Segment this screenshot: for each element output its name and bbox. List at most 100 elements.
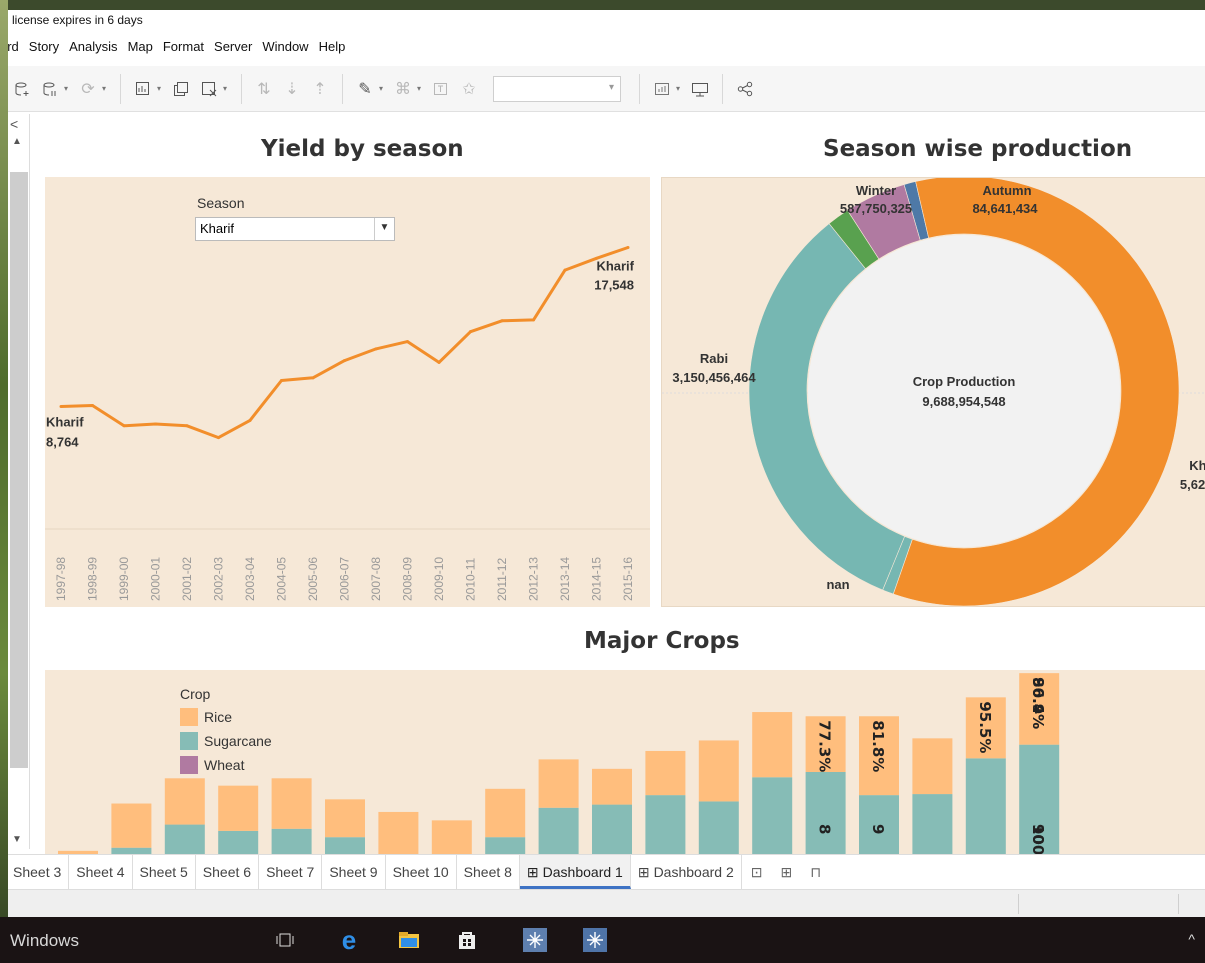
- legend-item-rice[interactable]: Rice: [180, 708, 272, 726]
- tableau-app-icon[interactable]: [582, 927, 608, 953]
- status-divider: [1178, 894, 1179, 914]
- production-donut-chart[interactable]: Crop Production 9,688,954,548 Rabi 3,150,45…: [661, 177, 1205, 607]
- chevron-down-icon[interactable]: ▾: [64, 84, 74, 93]
- highlight-icon[interactable]: ✎: [351, 75, 379, 103]
- major-crops-bar-chart[interactable]: 77.3% 8 81.8% 9 95.5% 86.4% 90 90.9% 100 Crop Ri…: [45, 670, 1205, 854]
- slice-label-autumn: Autumn: [982, 183, 1031, 198]
- menu-help[interactable]: Help: [319, 36, 346, 58]
- tab-sheet-4[interactable]: Sheet 4: [69, 855, 133, 889]
- toolbar-divider: [722, 73, 723, 104]
- menu-server[interactable]: Server: [214, 36, 252, 58]
- store-icon[interactable]: [454, 927, 480, 953]
- tab-sheet-3[interactable]: Sheet 3: [8, 855, 70, 889]
- toolbar: ▾ ⟳ ▾ ▾ ▾ ⇅ ⇣ ⇡ ✎ ▾ ⌘ ▾ ✩ ▾: [8, 66, 1205, 112]
- task-view-icon[interactable]: [272, 927, 298, 953]
- attach-icon[interactable]: ⌘: [389, 75, 417, 103]
- collapse-icon[interactable]: <: [10, 116, 18, 132]
- new-worksheet-icon[interactable]: [129, 75, 157, 103]
- legend-item-sugarcane[interactable]: Sugarcane: [180, 732, 272, 750]
- scroll-down-icon[interactable]: ▼: [12, 834, 22, 845]
- menu-window[interactable]: Window: [262, 36, 308, 58]
- menu-format[interactable]: Format: [163, 36, 204, 58]
- sort-descending-icon[interactable]: ⇡: [306, 75, 334, 103]
- tab-sheet-5[interactable]: Sheet 5: [133, 855, 196, 889]
- bar-rice: [752, 712, 793, 778]
- chevron-down-icon[interactable]: ▾: [676, 84, 686, 93]
- production-title: Season wise production: [823, 136, 1133, 162]
- menu-dashboard[interactable]: ard: [8, 36, 19, 58]
- fit-dropdown[interactable]: [493, 75, 621, 102]
- tab-dashboard-2[interactable]: ⊞ Dashboard 2: [631, 855, 742, 889]
- data-point: [374, 347, 378, 351]
- presentation-icon[interactable]: [686, 75, 714, 103]
- x-tick-label: 2007-08: [369, 557, 383, 601]
- tab-sheet-10[interactable]: Sheet 10: [386, 855, 457, 889]
- bar-rice: [645, 750, 686, 796]
- sort-ascending-icon[interactable]: ⇣: [278, 75, 306, 103]
- donut-hole: [808, 235, 1120, 547]
- season-dropdown[interactable]: Kharif ▼: [195, 217, 395, 241]
- data-point: [437, 360, 441, 364]
- chevron-down-icon[interactable]: ▼: [374, 218, 394, 240]
- new-datasource-icon[interactable]: [8, 75, 36, 103]
- pause-datasource-icon[interactable]: [36, 75, 64, 103]
- toolbar-divider: [639, 73, 640, 104]
- scrollbar-thumb[interactable]: [10, 172, 28, 768]
- data-point: [500, 319, 504, 323]
- tableau-app-icon[interactable]: [522, 927, 548, 953]
- menu-analysis[interactable]: Analysis: [69, 36, 117, 58]
- x-tick-label: 2009-10: [432, 557, 446, 601]
- bar-rice: [431, 820, 472, 854]
- text-icon[interactable]: [427, 75, 455, 103]
- new-dashboard-tab-icon[interactable]: ⊞: [771, 855, 801, 889]
- x-tick-label: 2015-16: [621, 557, 635, 601]
- data-point: [343, 359, 346, 363]
- share-icon[interactable]: [731, 75, 759, 103]
- tab-sheet-9[interactable]: Sheet 9: [322, 855, 386, 889]
- new-story-tab-icon[interactable]: ⊓: [801, 855, 830, 889]
- data-point: [248, 418, 252, 422]
- toolbar-divider: [120, 73, 121, 104]
- bar-rice: [538, 759, 579, 808]
- season-filter-label: Season: [197, 195, 245, 211]
- chevron-down-icon[interactable]: ▾: [223, 84, 233, 93]
- edge-icon[interactable]: e: [336, 925, 362, 955]
- x-tick-label: 2003-04: [243, 557, 257, 601]
- bar-sugarcane: [271, 828, 312, 854]
- chevron-down-icon[interactable]: ▾: [417, 84, 427, 93]
- scroll-up-icon[interactable]: ▲: [12, 136, 22, 147]
- tab-sheet-8[interactable]: Sheet 8: [457, 855, 520, 889]
- new-worksheet-tab-icon[interactable]: ⊡: [742, 855, 772, 889]
- chevron-up-icon[interactable]: ^: [1188, 931, 1195, 947]
- clear-sheet-icon[interactable]: [195, 75, 223, 103]
- bar-sugarcane: [965, 758, 1006, 854]
- menu-story[interactable]: Story: [29, 36, 59, 58]
- slice-label-winter: Winter: [856, 183, 896, 198]
- menu-map[interactable]: Map: [128, 36, 153, 58]
- chevron-down-icon[interactable]: ▾: [379, 84, 389, 93]
- bar-base-label: 8: [816, 824, 834, 834]
- tab-dashboard-2-label: Dashboard 2: [653, 864, 734, 880]
- bar-top-label: 81.8%: [869, 720, 887, 772]
- duplicate-icon[interactable]: [167, 75, 195, 103]
- x-tick-label: 2012-13: [527, 557, 541, 601]
- data-point: [626, 245, 630, 249]
- bar-rice: [111, 803, 152, 848]
- tab-dashboard-1[interactable]: ⊞ Dashboard 1: [519, 855, 631, 889]
- pin-icon[interactable]: ✩: [455, 75, 483, 103]
- legend-item-wheat[interactable]: Wheat: [180, 756, 272, 774]
- chevron-down-icon[interactable]: ▾: [157, 84, 167, 93]
- crop-legend: Crop Rice Sugarcane Wheat: [180, 686, 272, 774]
- tab-sheet-6[interactable]: Sheet 6: [196, 855, 260, 889]
- bar-rice: [271, 778, 312, 829]
- refresh-icon[interactable]: ⟳: [74, 75, 102, 103]
- yield-line-chart[interactable]: 1997-98 1998-99 1999-00 2000-01 2001-02 2002-…: [45, 177, 650, 607]
- show-me-icon[interactable]: [648, 75, 676, 103]
- swap-icon[interactable]: ⇅: [250, 75, 278, 103]
- slice-value-winter: 587,750,325: [840, 201, 912, 216]
- tab-sheet-7[interactable]: Sheet 7: [259, 855, 323, 889]
- bar-base-label: 100: [1029, 824, 1047, 854]
- data-point: [563, 268, 567, 272]
- chevron-down-icon[interactable]: ▾: [102, 84, 112, 93]
- file-explorer-icon[interactable]: [396, 927, 422, 953]
